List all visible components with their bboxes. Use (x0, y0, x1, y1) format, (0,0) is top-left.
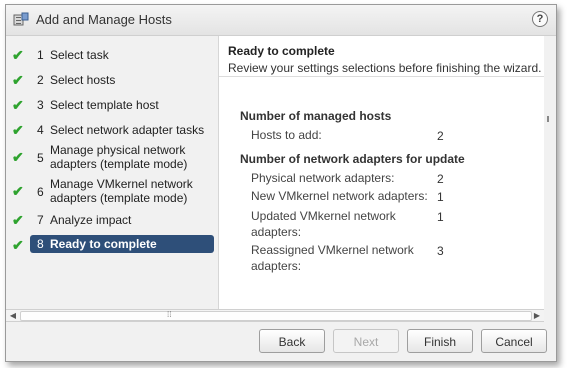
help-icon[interactable]: ? (532, 11, 548, 27)
step-label-line2: adapters (template mode) (50, 191, 188, 205)
physical-adapters-value: 2 (437, 172, 444, 186)
cancel-button[interactable]: Cancel (481, 329, 547, 353)
new-vmkernel-adapters-value: 1 (437, 190, 444, 204)
step-select-task[interactable]: ✔ 1 Select task (6, 47, 214, 63)
new-vmkernel-adapters-label: New VMkernel network adapters: (251, 189, 428, 203)
step-label-line1: Manage physical network (50, 143, 186, 157)
horizontal-scrollbar[interactable]: ◀ ⁞⁞ ▶ (6, 309, 544, 322)
checkmark-icon: ✔ (12, 237, 24, 253)
step-number: 1 (37, 48, 44, 62)
page-subtitle: Review your settings selections before f… (228, 61, 542, 75)
step-label: Select hosts (50, 73, 116, 87)
step-number: 5 (37, 151, 44, 165)
step-label: Select task (50, 48, 109, 62)
checkmark-icon: ✔ (12, 212, 24, 228)
step-select-hosts[interactable]: ✔ 2 Select hosts (6, 72, 214, 88)
reassigned-vmkernel-label-line2: adapters: (251, 259, 302, 273)
scroll-right-icon[interactable]: ▶ (532, 310, 542, 321)
step-select-network-adapter-tasks[interactable]: ✔ 4 Select network adapter tasks (6, 122, 214, 138)
scroll-left-icon[interactable]: ◀ (8, 310, 18, 321)
physical-adapters-label: Physical network adapters: (251, 171, 395, 185)
page-title: Ready to complete (228, 44, 335, 58)
step-label-line1: Manage VMkernel network (50, 177, 193, 191)
step-label: Select network adapter tasks (50, 123, 205, 137)
title-bar[interactable]: Add and Manage Hosts ? (6, 5, 556, 36)
add-manage-hosts-dialog: Add and Manage Hosts ? ✔ 1 Select task ✔… (5, 4, 557, 362)
content-header: Ready to complete Review your settings s… (219, 36, 545, 77)
step-select-template-host[interactable]: ✔ 3 Select template host (6, 97, 214, 113)
dialog-title: Add and Manage Hosts (36, 12, 172, 27)
step-analyze-impact[interactable]: ✔ 7 Analyze impact (6, 212, 214, 228)
finish-button[interactable]: Finish (407, 329, 473, 353)
summary-panel: Ready to complete Review your settings s… (218, 36, 545, 309)
hosts-to-add-label: Hosts to add: (251, 128, 322, 142)
step-number: 2 (37, 73, 44, 87)
vertical-scrollbar[interactable] (544, 36, 556, 309)
step-label: Ready to complete (50, 237, 157, 251)
step-manage-physical-adapters[interactable]: ✔ 5 Manage physical network adapters (te… (6, 142, 214, 172)
checkmark-icon: ✔ (12, 47, 24, 63)
wizard-steps-sidebar: ✔ 1 Select task ✔ 2 Select hosts ✔ 3 Sel… (6, 36, 218, 309)
checkmark-icon: ✔ (12, 183, 24, 199)
updated-vmkernel-label-line1: Updated VMkernel network (251, 209, 396, 223)
step-manage-vmkernel-adapters[interactable]: ✔ 6 Manage VMkernel network adapters (te… (6, 176, 214, 206)
step-label: Select template host (50, 98, 159, 112)
managed-hosts-heading: Number of managed hosts (240, 109, 392, 123)
next-button[interactable]: Next (333, 329, 399, 353)
scroll-marker (547, 116, 549, 122)
updated-vmkernel-label-line2: adapters: (251, 225, 302, 239)
reassigned-vmkernel-label-line1: Reassigned VMkernel network (251, 243, 414, 257)
splitter-grip-icon[interactable]: ⁞⁞ (167, 310, 171, 320)
step-ready-to-complete[interactable]: 8 Ready to complete (30, 235, 214, 253)
checkmark-icon: ✔ (12, 97, 24, 113)
updated-vmkernel-value: 1 (437, 210, 444, 224)
step-label-line2: adapters (template mode) (50, 157, 188, 171)
step-number: 3 (37, 98, 44, 112)
step-number: 7 (37, 213, 44, 227)
scrollbar-thumb[interactable] (20, 311, 532, 321)
hosts-wizard-icon (13, 12, 29, 28)
adapters-update-heading: Number of network adapters for update (240, 152, 465, 166)
checkmark-icon: ✔ (12, 122, 24, 138)
back-button[interactable]: Back (259, 329, 325, 353)
step-label: Analyze impact (50, 213, 132, 227)
step-number: 8 (37, 237, 44, 251)
checkmark-icon: ✔ (12, 149, 24, 165)
checkmark-icon: ✔ (12, 72, 24, 88)
step-number: 6 (37, 185, 44, 199)
hosts-to-add-value: 2 (437, 129, 444, 143)
step-number: 4 (37, 123, 44, 137)
reassigned-vmkernel-value: 3 (437, 244, 444, 258)
